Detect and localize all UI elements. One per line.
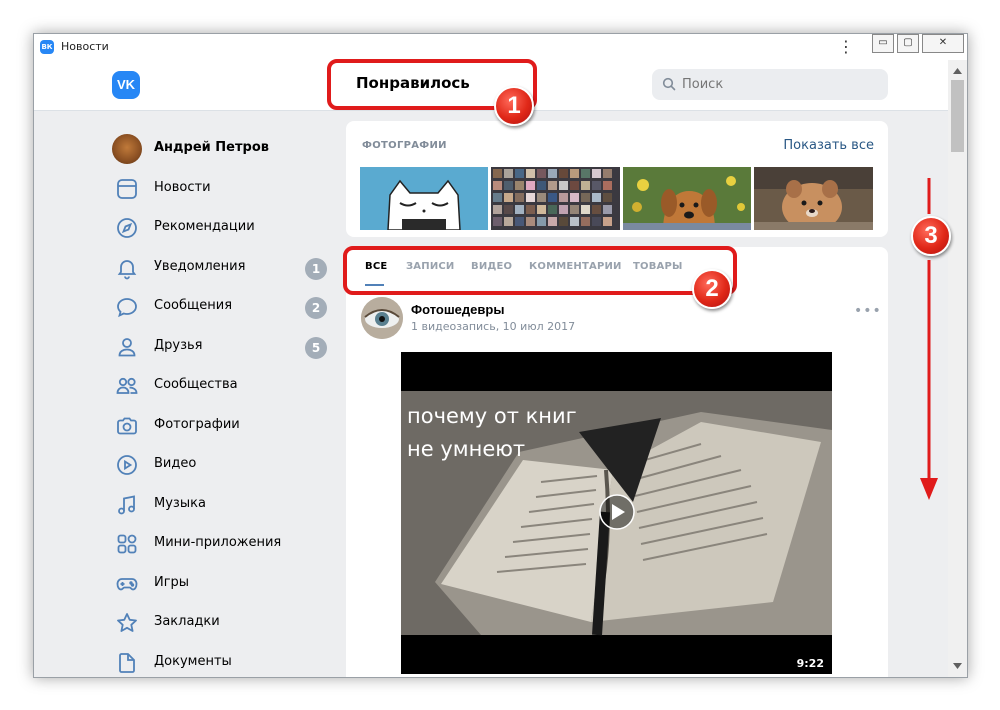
sidebar-item-photos[interactable]: Фотографии xyxy=(112,411,332,441)
photos-heading: ФОТОГРАФИИ xyxy=(362,140,447,151)
news-icon xyxy=(117,179,137,199)
sidebar-item-label: Закладки xyxy=(154,614,220,629)
maximize-button[interactable]: ▢ xyxy=(897,34,919,53)
sidebar-item-music[interactable]: Музыка xyxy=(112,490,332,520)
sidebar-item-label: Новости xyxy=(154,180,211,195)
sidebar-item-messages[interactable]: Сообщения 2 xyxy=(112,292,332,322)
post-author-name[interactable]: Фотошедевры xyxy=(411,302,504,317)
compass-icon xyxy=(117,218,137,238)
sidebar-item-news[interactable]: Новости xyxy=(112,174,332,204)
scroll-down-icon[interactable] xyxy=(953,663,962,669)
document-icon xyxy=(119,653,135,673)
sidebar-item-documents[interactable]: Документы xyxy=(112,648,332,677)
post-meta: 1 видеозапись, 10 июл 2017 xyxy=(411,320,576,333)
sidebar-item-label: Рекомендации xyxy=(154,219,255,234)
more-options-icon[interactable]: ••• xyxy=(854,303,882,319)
video-caption-line: не умнеют xyxy=(407,437,526,461)
menu-kebab-icon[interactable]: ⋮ xyxy=(838,39,854,56)
cat-photo-icon xyxy=(387,179,461,230)
sidebar-item-label: Друзья xyxy=(154,338,203,353)
photo-thumbnail[interactable] xyxy=(754,167,873,230)
puppy-photo-icon xyxy=(754,167,873,230)
users-icon xyxy=(116,377,138,394)
play-icon xyxy=(117,455,137,475)
sidebar-item-communities[interactable]: Сообщества xyxy=(112,371,332,401)
gamepad-icon xyxy=(116,578,138,591)
sidebar-item-label: Андрей Петров xyxy=(154,140,269,155)
video-caption-line: почему от книг xyxy=(407,404,577,428)
sidebar-item-label: Уведомления xyxy=(154,259,246,274)
sidebar-item-label: Сообщества xyxy=(154,377,238,392)
sidebar-item-label: Документы xyxy=(154,654,232,669)
sidebar-item-video[interactable]: Видео xyxy=(112,450,332,480)
photo-thumbnail[interactable] xyxy=(360,167,488,230)
avatar xyxy=(112,134,142,164)
eye-photo-icon xyxy=(361,297,403,339)
notification-badge: 1 xyxy=(305,258,327,280)
search-input[interactable] xyxy=(682,77,872,92)
posts-card: ВСЕ ЗАПИСИ ВИДЕО КОММЕНТАРИИ ТОВАРЫ Фото… xyxy=(346,247,888,677)
annotation-marker: 1 xyxy=(494,86,534,126)
sidebar-item-label: Мини-приложения xyxy=(154,535,282,550)
app-logo-icon: ВК xyxy=(40,40,54,54)
user-icon xyxy=(118,338,136,357)
photos-card: ФОТОГРАФИИ Показать все xyxy=(346,121,888,237)
photo-thumbnail[interactable] xyxy=(623,167,751,230)
dog-photo-icon xyxy=(623,167,751,230)
search-box[interactable] xyxy=(652,69,888,100)
scrollbar-thumb[interactable] xyxy=(951,80,964,152)
minimize-button[interactable]: ▭ xyxy=(872,34,894,53)
scrollbar[interactable] xyxy=(948,60,967,677)
bell-icon xyxy=(117,260,137,280)
music-icon xyxy=(118,495,135,515)
app-window: ВК Новости ⋮ ▭ ▢ ✕ VK Понравилось Андрей… xyxy=(33,33,968,678)
search-icon xyxy=(662,77,676,91)
sidebar-item-label: Фотографии xyxy=(154,417,240,432)
annotation-box-tabs xyxy=(343,246,737,295)
sidebar-item-recommendations[interactable]: Рекомендации xyxy=(112,213,332,243)
sidebar-item-bookmarks[interactable]: Закладки xyxy=(112,608,332,638)
close-button[interactable]: ✕ xyxy=(922,34,964,53)
sidebar-item-mini-apps[interactable]: Мини-приложения xyxy=(112,529,332,559)
friends-badge: 5 xyxy=(305,337,327,359)
sidebar-item-friends[interactable]: Друзья 5 xyxy=(112,332,332,362)
sidebar-item-label: Музыка xyxy=(154,496,206,511)
camera-icon xyxy=(117,417,137,435)
video-player[interactable]: почему от книг не умнеют 9:22 xyxy=(401,352,832,674)
sidebar-item-label: Видео xyxy=(154,456,197,471)
message-icon xyxy=(117,298,137,318)
window-title: Новости xyxy=(61,40,109,53)
message-badge: 2 xyxy=(305,297,327,319)
sidebar: Андрей Петров Новости Рекомендации Уведо… xyxy=(34,111,346,677)
annotation-marker: 2 xyxy=(692,269,732,309)
scroll-down-arrow-icon xyxy=(920,178,938,500)
video-duration: 9:22 xyxy=(796,657,824,670)
photo-thumbnail[interactable] xyxy=(491,167,620,230)
scroll-up-icon[interactable] xyxy=(953,68,962,74)
title-bar: ВК Новости ⋮ ▭ ▢ ✕ xyxy=(34,34,967,60)
sidebar-item-games[interactable]: Игры xyxy=(112,569,332,599)
apps-icon xyxy=(117,534,137,554)
star-icon xyxy=(117,613,137,632)
vk-logo-icon[interactable]: VK xyxy=(112,71,140,99)
sidebar-item-label: Игры xyxy=(154,575,190,590)
sidebar-item-label: Сообщения xyxy=(154,298,233,313)
show-all-link[interactable]: Показать все xyxy=(783,138,874,153)
sidebar-item-notifications[interactable]: Уведомления 1 xyxy=(112,253,332,283)
book-video-thumbnail xyxy=(401,352,832,674)
post-author-avatar[interactable] xyxy=(361,297,403,339)
sidebar-item-profile[interactable]: Андрей Петров xyxy=(112,134,332,164)
photo-collage-icon xyxy=(491,167,620,230)
